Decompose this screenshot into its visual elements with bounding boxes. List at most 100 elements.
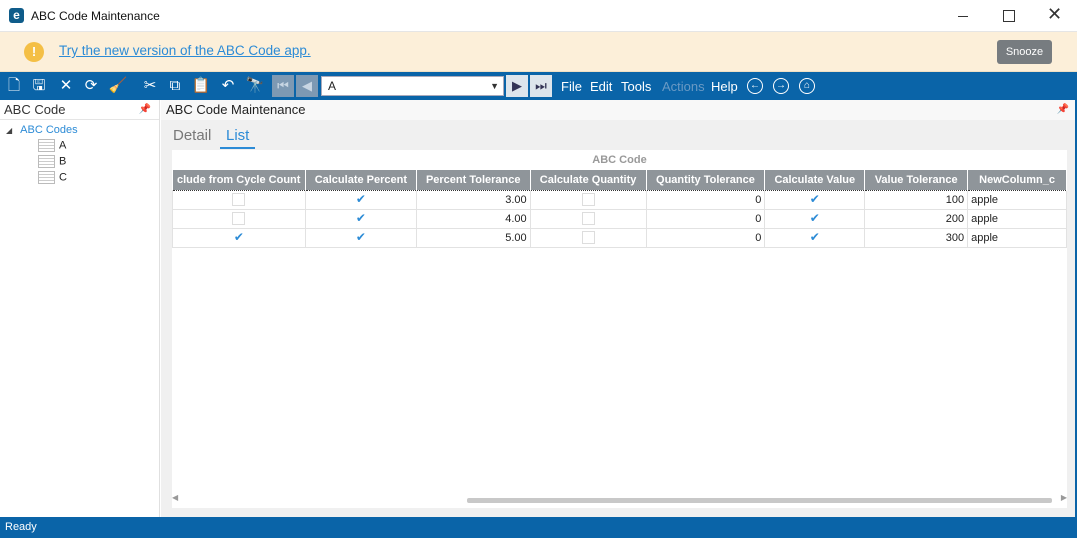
- table-cell[interactable]: apple: [967, 189, 1067, 210]
- scrollbar-thumb[interactable]: [467, 498, 1052, 503]
- tree-item-b[interactable]: B: [38, 155, 66, 168]
- tree-panel-title: ABC Code: [4, 102, 66, 117]
- table-cell[interactable]: [529, 208, 647, 229]
- table-cell[interactable]: 0: [645, 227, 766, 248]
- tree-root-abc-codes[interactable]: ◢ ABC Codes: [6, 124, 78, 136]
- first-record-icon[interactable]: ⏮: [272, 75, 294, 97]
- checkbox-checked[interactable]: ✔: [354, 231, 368, 244]
- table-cell[interactable]: [529, 227, 647, 248]
- table-cell[interactable]: [172, 189, 306, 210]
- table-cell[interactable]: 5.00: [415, 227, 531, 248]
- table-cell[interactable]: ✔: [304, 208, 417, 229]
- table-cell[interactable]: 0: [645, 189, 766, 210]
- delete-icon[interactable]: ✕: [56, 76, 76, 96]
- refresh-icon[interactable]: ⟳: [81, 76, 101, 96]
- main-toolbar: 🗋 🖫 ✕ ⟳ 🧹 ✂ ⧉ 📋 ↶ 🔭 ⏮ ◀ A ▼ ▶ ⏭ File Edi…: [0, 72, 1077, 100]
- scroll-right-icon[interactable]: ▶: [1061, 493, 1067, 502]
- forward-icon[interactable]: →: [773, 78, 789, 94]
- column-header[interactable]: Calculate Percent: [305, 170, 417, 190]
- checkbox-checked[interactable]: ✔: [808, 231, 822, 244]
- copy-icon[interactable]: ⧉: [165, 76, 185, 96]
- clear-icon[interactable]: 🧹: [108, 76, 128, 96]
- column-header[interactable]: Calculate Quantity: [530, 170, 647, 190]
- back-icon[interactable]: ←: [747, 78, 763, 94]
- checkbox-unchecked[interactable]: [232, 193, 246, 206]
- save-icon[interactable]: 🖫: [29, 76, 49, 96]
- table-cell[interactable]: ✔: [304, 227, 417, 248]
- table-row[interactable]: ✔ 3.00 0 ✔ 100 apple: [172, 189, 1067, 210]
- undo-icon[interactable]: ↶: [218, 76, 238, 96]
- checkbox-checked[interactable]: ✔: [808, 212, 822, 225]
- menu-edit[interactable]: Edit: [590, 79, 612, 94]
- table-cell[interactable]: 0: [645, 208, 766, 229]
- document-icon: [38, 139, 55, 152]
- expand-icon[interactable]: ◢: [6, 126, 12, 135]
- paste-icon[interactable]: 📋: [191, 76, 211, 96]
- checkbox-checked[interactable]: ✔: [808, 193, 822, 206]
- close-button[interactable]: ✕: [1031, 0, 1077, 32]
- status-bar: Ready: [0, 517, 1077, 538]
- table-cell[interactable]: apple: [967, 208, 1067, 229]
- grid-header-row: clude from Cycle Count Calculate Percent…: [172, 170, 1067, 190]
- column-header[interactable]: NewColumn_c: [967, 170, 1067, 190]
- table-cell[interactable]: apple: [967, 227, 1067, 248]
- tree-item-label: B: [59, 155, 67, 168]
- table-cell[interactable]: 200: [864, 208, 969, 229]
- maximize-button[interactable]: [985, 0, 1031, 32]
- menu-tools[interactable]: Tools: [621, 79, 651, 94]
- snooze-button[interactable]: Snooze: [997, 40, 1052, 64]
- status-text: Ready: [5, 521, 37, 533]
- search-icon[interactable]: 🔭: [245, 76, 265, 96]
- app-logo-icon: e: [9, 8, 24, 23]
- table-cell[interactable]: ✔: [764, 227, 866, 248]
- column-header[interactable]: Value Tolerance: [864, 170, 969, 190]
- new-icon[interactable]: 🗋: [4, 76, 24, 96]
- previous-record-icon[interactable]: ◀: [296, 75, 318, 97]
- home-icon[interactable]: ⌂: [799, 78, 815, 94]
- pin-icon[interactable]: 📌: [139, 100, 151, 119]
- next-record-icon[interactable]: ▶: [506, 75, 528, 97]
- notification-banner: ! Try the new version of the ABC Code ap…: [0, 32, 1077, 72]
- table-cell[interactable]: ✔: [304, 189, 417, 210]
- warning-icon: !: [24, 42, 44, 62]
- minimize-button[interactable]: [940, 0, 986, 32]
- column-header[interactable]: clude from Cycle Count: [172, 170, 306, 190]
- tree-root-label: ABC Codes: [20, 124, 78, 136]
- horizontal-scrollbar[interactable]: ◀ ▶: [172, 493, 1067, 505]
- cut-icon[interactable]: ✂: [140, 76, 160, 96]
- main-panel: ABC Code Maintenance 📌 Detail List ABC C…: [161, 100, 1077, 517]
- checkbox-unchecked[interactable]: [581, 212, 595, 225]
- checkbox-unchecked[interactable]: [581, 193, 595, 206]
- tree-item-label: C: [59, 171, 67, 184]
- menu-file[interactable]: File: [561, 79, 582, 94]
- table-cell[interactable]: 3.00: [415, 189, 531, 210]
- checkbox-checked[interactable]: ✔: [232, 231, 246, 244]
- table-cell[interactable]: 100: [864, 189, 969, 210]
- table-cell[interactable]: [172, 208, 306, 229]
- checkbox-checked[interactable]: ✔: [354, 212, 368, 225]
- checkbox-unchecked[interactable]: [581, 231, 595, 244]
- checkbox-checked[interactable]: ✔: [354, 193, 368, 206]
- try-new-version-link[interactable]: Try the new version of the ABC Code app.: [59, 43, 311, 58]
- table-cell[interactable]: 4.00: [415, 208, 531, 229]
- table-cell[interactable]: ✔: [764, 208, 866, 229]
- tab-list[interactable]: List: [219, 127, 256, 149]
- last-record-icon[interactable]: ⏭: [530, 75, 552, 97]
- checkbox-unchecked[interactable]: [232, 212, 246, 225]
- table-cell[interactable]: 300: [864, 227, 969, 248]
- column-header[interactable]: Percent Tolerance: [416, 170, 531, 190]
- tree-item-c[interactable]: C: [38, 171, 67, 184]
- table-cell[interactable]: [529, 189, 647, 210]
- column-header[interactable]: Quantity Tolerance: [646, 170, 766, 190]
- column-header[interactable]: Calculate Value: [764, 170, 866, 190]
- record-select[interactable]: A ▼: [321, 76, 504, 96]
- tree-item-a[interactable]: A: [38, 139, 66, 152]
- table-cell[interactable]: ✔: [764, 189, 866, 210]
- menu-help[interactable]: Help: [711, 79, 738, 94]
- table-row[interactable]: ✔ 4.00 0 ✔ 200 apple: [172, 208, 1067, 229]
- table-row[interactable]: ✔ ✔ 5.00 0 ✔ 300 apple: [172, 227, 1067, 248]
- table-cell[interactable]: ✔: [172, 227, 306, 248]
- scroll-left-icon[interactable]: ◀: [172, 493, 178, 502]
- pin-icon[interactable]: 📌: [1057, 100, 1069, 119]
- tab-detail[interactable]: Detail: [173, 127, 211, 144]
